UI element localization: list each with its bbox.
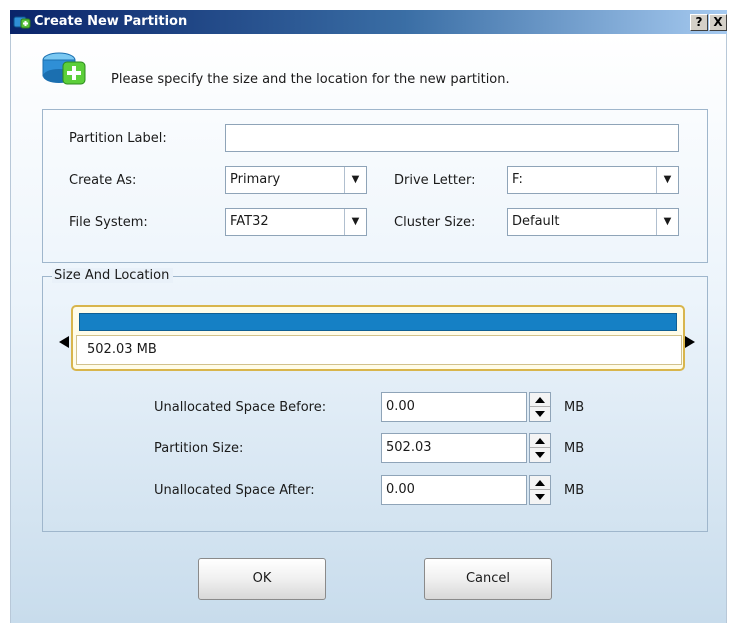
unit-label: MB [564,483,585,498]
unallocated-after-spinner[interactable] [529,475,551,505]
unallocated-after-label: Unallocated Space After: [154,483,315,498]
unallocated-after-input[interactable]: 0.00 [381,475,527,505]
new-partition-icon [42,52,86,85]
create-as-label: Create As: [69,173,137,188]
size-location-group: Size And Location 502.03 MB Unallocated … [42,268,708,532]
left-handle-icon[interactable] [59,336,69,348]
partition-icon [13,16,31,29]
unit-label: MB [564,400,585,415]
chevron-down-icon[interactable]: ▼ [344,209,366,235]
partition-size-label: Partition Size: [154,441,244,456]
partition-size-input[interactable]: 502.03 [381,433,527,463]
partition-settings-group: Partition Label: Create As: Primary ▼ Dr… [42,109,708,263]
create-as-dropdown[interactable]: Primary ▼ [225,166,367,194]
spin-up-icon[interactable] [530,434,550,448]
unallocated-before-spinner[interactable] [529,392,551,422]
file-system-dropdown[interactable]: FAT32 ▼ [225,208,367,236]
cluster-size-dropdown[interactable]: Default ▼ [507,208,679,236]
partition-label-input[interactable] [225,124,679,152]
cancel-button[interactable]: Cancel [424,558,552,600]
spin-up-icon[interactable] [530,476,550,490]
size-location-legend: Size And Location [52,268,174,283]
header-instruction: Please specify the size and the location… [111,72,510,87]
unallocated-before-input[interactable]: 0.00 [381,392,527,422]
chevron-down-icon[interactable]: ▼ [656,167,678,193]
partition-bar[interactable] [79,313,677,331]
unit-label: MB [564,441,585,456]
unallocated-before-label: Unallocated Space Before: [154,400,327,415]
spin-down-icon[interactable] [530,448,550,462]
chevron-down-icon[interactable]: ▼ [656,209,678,235]
spin-down-icon[interactable] [530,407,550,421]
partition-map[interactable]: 502.03 MB [71,305,685,371]
ok-button[interactable]: OK [198,558,326,600]
create-as-value: Primary [230,172,281,187]
cluster-size-label: Cluster Size: [394,215,476,230]
file-system-value: FAT32 [230,214,269,229]
spin-down-icon[interactable] [530,490,550,504]
chevron-down-icon[interactable]: ▼ [344,167,366,193]
partition-label-label: Partition Label: [69,131,167,146]
help-button[interactable]: ? [690,14,708,31]
window-title: Create New Partition [34,14,188,29]
drive-letter-label: Drive Letter: [394,173,476,188]
close-button[interactable]: X [709,14,727,31]
file-system-label: File System: [69,215,148,230]
dialog-body: Please specify the size and the location… [10,34,727,623]
partition-size-display: 502.03 MB [76,335,682,365]
partition-size-spinner[interactable] [529,433,551,463]
drive-letter-dropdown[interactable]: F: ▼ [507,166,679,194]
drive-letter-value: F: [512,172,523,187]
title-bar: Create New Partition ? X [10,10,727,34]
right-handle-icon[interactable] [685,336,695,348]
spin-up-icon[interactable] [530,393,550,407]
cluster-size-value: Default [512,214,560,229]
